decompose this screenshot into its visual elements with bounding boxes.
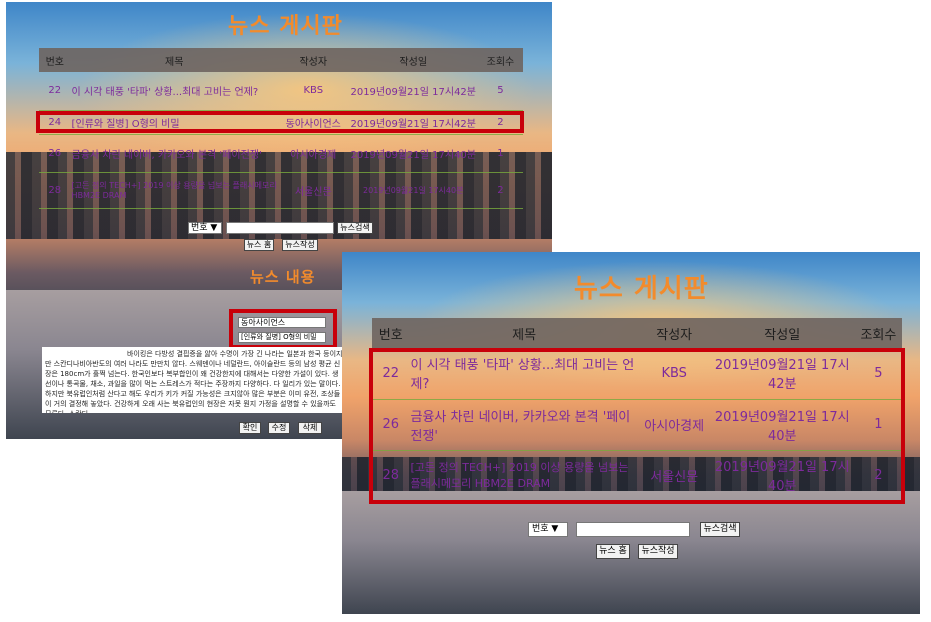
- cell-date: 2019년09월21일 17시40분: [348, 172, 478, 209]
- col-author: 작성자: [277, 48, 349, 72]
- content-textarea[interactable]: 바이킹은 다방성 결핍증을 앓아 수명이 가장 긴 나라는 일본과 한국 등이지…: [42, 347, 346, 413]
- search-type-select[interactable]: 번호 ▼: [528, 522, 568, 537]
- cell-author: KBS: [277, 72, 349, 111]
- content-section-title: 뉴스 내용: [250, 268, 316, 286]
- page-title: 뉴스 게시판: [228, 14, 343, 39]
- news-title-link[interactable]: [고든 정의 TECH+] 2019 이상 용량을 넘보는 플래시메모리 HBM…: [70, 172, 278, 209]
- table-row[interactable]: 22 이 시각 태풍 '타파' 상황...최대 고비는 언제? KBS 2019…: [39, 72, 523, 111]
- delete-button[interactable]: 삭제: [298, 422, 322, 434]
- cell-views: 1: [477, 134, 523, 173]
- edit-button[interactable]: 수정: [268, 422, 290, 434]
- news-write-button[interactable]: 뉴스작성: [638, 544, 678, 559]
- cell-no: 22: [39, 72, 71, 111]
- news-search-button[interactable]: 뉴스검색: [337, 222, 373, 234]
- right-screenshot: 뉴스 게시판 번호 제목 작성자 작성일 조회수 22 이 시각 태풍 '타파'…: [342, 252, 920, 614]
- cell-no: 26: [39, 134, 71, 173]
- cell-date: 2019년09월21일 17시40분: [348, 134, 478, 173]
- col-author: 작성자: [638, 318, 710, 348]
- cell-author: 아시아경제: [277, 134, 349, 173]
- news-home-button[interactable]: 뉴스 홈: [244, 239, 274, 251]
- page-title: 뉴스 게시판: [574, 274, 709, 304]
- news-title-link[interactable]: 금융사 차린 네이버, 카카오와 본격 '페이전쟁': [70, 134, 278, 173]
- table-row[interactable]: 26 금융사 차린 네이버, 카카오와 본격 '페이전쟁' 아시아경제 2019…: [39, 134, 523, 173]
- cell-date: 2019년09월21일 17시42분: [348, 72, 478, 111]
- cell-views: 5: [477, 72, 523, 111]
- river: [342, 490, 920, 614]
- highlight-news-rows: [369, 348, 905, 504]
- col-no: 번호: [372, 318, 410, 348]
- search-type-select[interactable]: 번호 ▼: [188, 222, 222, 234]
- confirm-button[interactable]: 확인: [239, 422, 261, 434]
- col-title: 제목: [70, 48, 278, 72]
- highlight-selected-row: [36, 111, 524, 133]
- news-search-button[interactable]: 뉴스검색: [700, 522, 740, 537]
- cell-views: 2: [477, 172, 523, 209]
- cell-no: 28: [39, 172, 71, 209]
- highlight-content-fields: [229, 309, 337, 349]
- search-input[interactable]: [576, 522, 690, 537]
- col-views: 조회수: [854, 318, 902, 348]
- col-no: 번호: [39, 48, 71, 72]
- cell-author: 서울신문: [277, 172, 349, 209]
- col-date: 작성일: [348, 48, 478, 72]
- col-date: 작성일: [709, 318, 855, 348]
- news-title-link[interactable]: 이 시각 태풍 '타파' 상황...최대 고비는 언제?: [70, 72, 278, 111]
- news-home-button[interactable]: 뉴스 홈: [596, 544, 630, 559]
- col-views: 조회수: [477, 48, 523, 72]
- search-input[interactable]: [226, 222, 334, 234]
- news-write-button[interactable]: 뉴스작성: [282, 239, 318, 251]
- col-title: 제목: [409, 318, 639, 348]
- table-row[interactable]: 28 [고든 정의 TECH+] 2019 이상 용량을 넘보는 플래시메모리 …: [39, 172, 523, 209]
